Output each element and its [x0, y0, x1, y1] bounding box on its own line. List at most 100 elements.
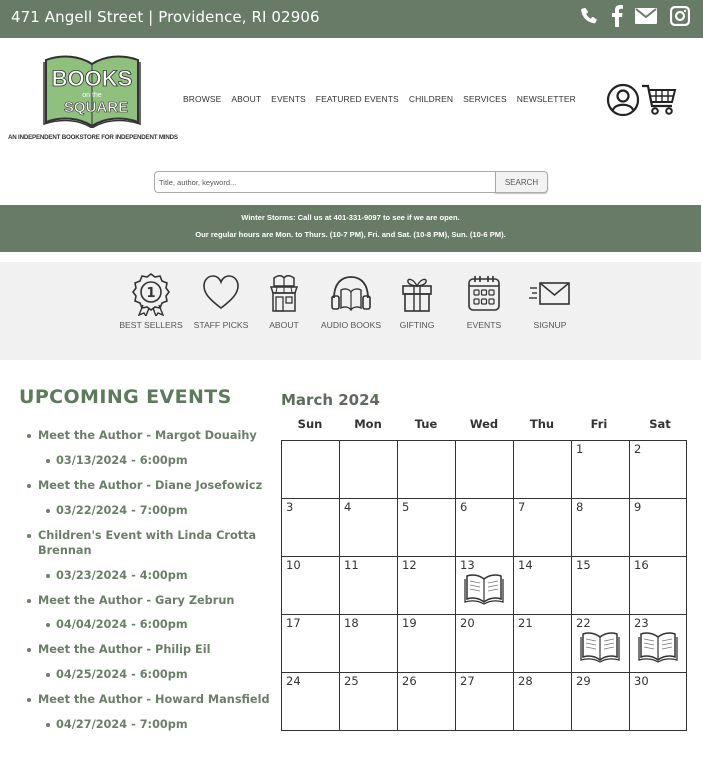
notice-storm-text: Winter Storms: Call us at 401-331-9097 t…: [241, 213, 460, 222]
category-staff-picks[interactable]: STAFF PICKS: [186, 272, 256, 330]
category-best-sellers[interactable]: 1 BEST SELLERS: [116, 272, 186, 330]
storefront-icon: [269, 275, 299, 312]
calendar-day-cell[interactable]: 8: [571, 498, 630, 557]
calendar-day-number: 3: [286, 500, 294, 514]
calendar-icon: [468, 276, 500, 311]
nav-browse[interactable]: BROWSE: [183, 94, 221, 104]
search-input[interactable]: [154, 171, 497, 193]
calendar-day-number: 19: [402, 616, 417, 630]
calendar-day-cell[interactable]: 20: [455, 614, 514, 673]
calendar-day-number: 10: [286, 558, 301, 572]
calendar-day-number: 16: [634, 558, 649, 572]
calendar-day-cell[interactable]: 1: [571, 440, 630, 499]
calendar-day-cell[interactable]: 30: [629, 672, 687, 731]
calendar-day-cell[interactable]: 19: [397, 614, 456, 673]
event-date: 03/23/2024 - 4:00pm: [46, 569, 188, 582]
calendar-day-cell[interactable]: 5: [397, 498, 456, 557]
nav-events[interactable]: EVENTS: [271, 94, 306, 104]
instagram-icon[interactable]: [668, 4, 692, 28]
event-link[interactable]: Meet the Author - Gary Zebrun: [27, 593, 270, 608]
calendar-day-cell[interactable]: 9: [629, 498, 687, 557]
calendar-day-number: 8: [576, 500, 584, 514]
calendar-day-number: 21: [518, 616, 533, 630]
calendar-day-number: 25: [344, 674, 359, 688]
nav-services[interactable]: SERVICES: [463, 94, 507, 104]
calendar-day-number: 12: [402, 558, 417, 572]
nav-about[interactable]: ABOUT: [231, 94, 261, 104]
event-link[interactable]: Children's Event with Linda Crotta Brenn…: [27, 528, 270, 558]
event-book-icon[interactable]: [638, 629, 678, 663]
phone-icon[interactable]: [578, 4, 600, 28]
calendar-day-cell[interactable]: 18: [339, 614, 398, 673]
calendar-day-cell[interactable]: 14: [513, 556, 572, 615]
calendar-day-cell[interactable]: 3: [281, 498, 340, 557]
calendar-day-number: 20: [460, 616, 475, 630]
calendar-day-cell[interactable]: 15: [571, 556, 630, 615]
calendar-day-cell[interactable]: 22: [571, 614, 630, 673]
calendar-day-number: 13: [460, 558, 475, 572]
logo-onthe-text: on the: [82, 92, 102, 99]
calendar-day-number: 29: [576, 674, 591, 688]
search-button[interactable]: SEARCH: [495, 171, 548, 193]
calendar-day-cell[interactable]: 21: [513, 614, 572, 673]
calendar-day-cell[interactable]: 17: [281, 614, 340, 673]
calendar-day-cell[interactable]: 29: [571, 672, 630, 731]
weekday-header: Mon: [354, 417, 382, 431]
top-bar: 471 Angell Street | Providence, RI 02906: [0, 0, 703, 38]
category-signup[interactable]: SIGNUP: [515, 272, 585, 330]
calendar-day-cell[interactable]: 11: [339, 556, 398, 615]
calendar-day-cell[interactable]: 16: [629, 556, 687, 615]
event-link[interactable]: Meet the Author - Diane Josefowicz: [27, 478, 270, 493]
cart-icon[interactable]: [641, 82, 677, 116]
category-label: STAFF PICKS: [193, 320, 249, 330]
calendar-day-cell[interactable]: 24: [281, 672, 340, 731]
account-icon[interactable]: [606, 83, 640, 117]
event-link[interactable]: Meet the Author - Howard Mansfield: [27, 692, 270, 707]
category-events[interactable]: EVENTS: [449, 272, 519, 330]
logo-tagline: AN INDEPENDENT BOOKSTORE FOR INDEPENDENT…: [8, 134, 178, 141]
calendar-day-cell[interactable]: 23: [629, 614, 687, 673]
category-about[interactable]: ABOUT: [249, 272, 319, 330]
nav-featured-events[interactable]: FEATURED EVENTS: [316, 94, 399, 104]
calendar-day-cell[interactable]: 2: [629, 440, 687, 499]
calendar-day-number: 14: [518, 558, 533, 572]
calendar-day-cell[interactable]: 28: [513, 672, 572, 731]
store-address: 471 Angell Street | Providence, RI 02906: [11, 8, 320, 26]
calendar-day-cell[interactable]: 26: [397, 672, 456, 731]
logo-books-text: BOOKS: [52, 66, 133, 91]
store-logo[interactable]: BOOKS on the SQUARE AN INDEPENDENT BOOKS…: [8, 52, 178, 144]
event-link[interactable]: Meet the Author - Margot Douaihy: [27, 428, 270, 443]
category-label: EVENTS: [466, 320, 502, 330]
calendar-day-cell[interactable]: 4: [339, 498, 398, 557]
calendar-day-cell[interactable]: 25: [339, 672, 398, 731]
calendar-day-cell[interactable]: 27: [455, 672, 514, 731]
category-label: SIGNUP: [533, 320, 567, 330]
event-book-icon[interactable]: [580, 629, 620, 663]
calendar-day-number: 6: [460, 500, 468, 514]
main-nav: BROWSE ABOUT EVENTS FEATURED EVENTS CHIL…: [183, 94, 576, 104]
event-date: 04/25/2024 - 6:00pm: [46, 668, 188, 681]
headphones-book-icon: [331, 276, 371, 312]
weekday-header: Tue: [414, 417, 438, 431]
category-gifting[interactable]: GIFTING: [382, 272, 452, 330]
calendar-month-title: March 2024: [281, 391, 380, 409]
facebook-icon[interactable]: [608, 4, 626, 28]
calendar-day-cell[interactable]: 13: [455, 556, 514, 615]
calendar-day-number: 2: [634, 442, 642, 456]
search-bar: SEARCH: [0, 160, 703, 204]
calendar-day-number: 30: [634, 674, 649, 688]
category-label: BEST SELLERS: [119, 320, 183, 330]
mail-icon[interactable]: [634, 4, 658, 28]
nav-newsletter[interactable]: NEWSLETTER: [517, 94, 576, 104]
nav-children[interactable]: CHILDREN: [409, 94, 453, 104]
calendar-day-cell[interactable]: 12: [397, 556, 456, 615]
category-audio-books[interactable]: AUDIO BOOKS: [316, 272, 386, 330]
category-label: AUDIO BOOKS: [320, 320, 382, 330]
calendar-day-cell[interactable]: 10: [281, 556, 340, 615]
event-book-icon[interactable]: [464, 571, 504, 605]
heart-icon: [203, 275, 239, 310]
calendar-day-cell[interactable]: 6: [455, 498, 514, 557]
calendar-day-cell[interactable]: 7: [513, 498, 572, 557]
event-link[interactable]: Meet the Author - Philip Eil: [27, 642, 270, 657]
calendar-day-number: 11: [344, 558, 359, 572]
